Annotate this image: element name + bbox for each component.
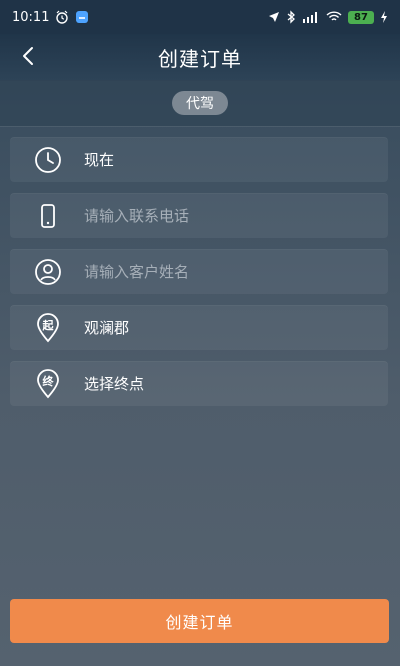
customer-name-input[interactable]: 请输入客户姓名 bbox=[84, 261, 189, 282]
user-icon bbox=[34, 258, 62, 286]
tab-designated-driver[interactable]: 代驾 bbox=[172, 91, 228, 115]
status-time: 10:11 bbox=[12, 9, 50, 25]
time-value: 现在 bbox=[84, 151, 115, 169]
alarm-icon bbox=[55, 10, 69, 24]
page-title: 创建订单 bbox=[158, 46, 242, 71]
start-location-field[interactable]: 起 观澜郡 bbox=[10, 305, 388, 350]
end-location-field[interactable]: 终 选择终点 bbox=[10, 361, 388, 406]
charging-icon bbox=[380, 11, 388, 23]
bluetooth-icon bbox=[286, 10, 296, 24]
signal-icon bbox=[302, 11, 320, 23]
start-location-value: 观澜郡 bbox=[84, 319, 130, 337]
end-pin-icon: 终 bbox=[34, 368, 62, 398]
start-pin-icon: 起 bbox=[34, 312, 62, 342]
customer-field[interactable]: 请输入客户姓名 bbox=[10, 249, 388, 294]
chevron-left-icon bbox=[23, 47, 33, 65]
status-right: 87 bbox=[268, 10, 388, 24]
app-header: 创建订单 bbox=[0, 34, 400, 81]
phone-field[interactable]: 请输入联系电话 bbox=[10, 193, 388, 238]
time-field[interactable]: 现在 bbox=[10, 137, 388, 182]
back-button[interactable] bbox=[16, 44, 40, 68]
end-pin-label: 终 bbox=[42, 374, 54, 388]
app-icon bbox=[75, 10, 89, 24]
status-bar: 10:11 87 bbox=[0, 0, 400, 34]
end-location-value: 选择终点 bbox=[84, 375, 145, 393]
battery-icon: 87 bbox=[348, 10, 374, 24]
battery-level: 87 bbox=[354, 11, 368, 23]
create-order-button[interactable]: 创建订单 bbox=[10, 599, 389, 643]
service-tabs: 代驾 bbox=[0, 80, 400, 127]
clock-icon bbox=[34, 146, 62, 174]
location-icon bbox=[268, 11, 280, 23]
wifi-icon bbox=[326, 11, 342, 23]
start-pin-label: 起 bbox=[42, 318, 54, 332]
phone-input[interactable]: 请输入联系电话 bbox=[84, 205, 189, 226]
status-left: 10:11 bbox=[12, 10, 89, 25]
phone-icon bbox=[34, 202, 62, 230]
order-form: 现在 请输入联系电话 请输入客户姓名 起 观澜郡 终 选择终点 bbox=[10, 137, 388, 417]
